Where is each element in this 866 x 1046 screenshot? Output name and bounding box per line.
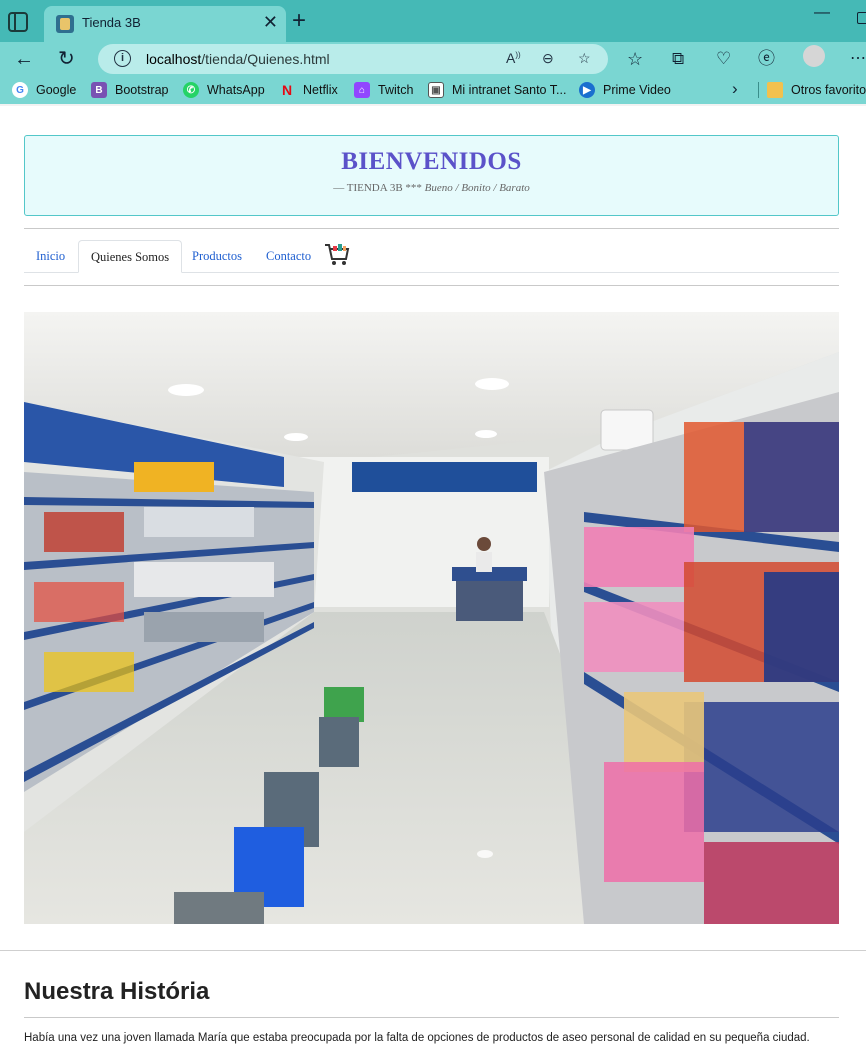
bookmark-whatsapp[interactable]: ✆ WhatsApp bbox=[183, 81, 265, 99]
add-favorite-icon[interactable]: ☆ bbox=[578, 50, 591, 67]
more-options-icon[interactable]: ⋯ bbox=[850, 46, 866, 72]
tab-favicon-icon bbox=[56, 15, 74, 33]
story-paragraph: Había una vez una joven llamada María qu… bbox=[24, 1032, 810, 1044]
welcome-banner: BIENVENIDOS — TIENDA 3B *** Bueno / Boni… bbox=[24, 135, 839, 216]
page-subtitle: — TIENDA 3B *** Bueno / Bonito / Barato bbox=[333, 182, 530, 194]
page-top-divider bbox=[0, 104, 866, 106]
bookmark-google[interactable]: G Google bbox=[12, 81, 76, 99]
maximize-icon[interactable] bbox=[857, 12, 866, 24]
tab-productos[interactable]: Productos bbox=[180, 240, 254, 273]
favorites-icon[interactable]: ☆ bbox=[627, 46, 643, 72]
netflix-icon: N bbox=[281, 82, 293, 98]
address-bar[interactable]: i localhost/tienda/Quienes.html A)) ⊖ ☆ bbox=[98, 44, 608, 74]
edge-icon[interactable]: ⓔ bbox=[758, 46, 775, 72]
bookmarks-bar: G Google B Bootstrap ✆ WhatsApp N Netfli… bbox=[0, 76, 866, 104]
reload-icon[interactable]: ↻ bbox=[58, 46, 75, 72]
twitch-icon: ⌂ bbox=[354, 82, 370, 98]
browser-toolbar: ← ↻ i localhost/tienda/Quienes.html A)) … bbox=[0, 42, 866, 76]
divider-bottom bbox=[24, 285, 839, 286]
collections-icon[interactable]: ⧉ bbox=[672, 46, 684, 72]
bookmark-twitch[interactable]: ⌂ Twitch bbox=[354, 81, 413, 99]
zoom-icon[interactable]: ⊖ bbox=[542, 50, 554, 67]
section-divider bbox=[0, 950, 866, 951]
bookmark-prime-video[interactable]: ▶ Prime Video bbox=[579, 81, 671, 99]
close-tab-icon[interactable]: ✕ bbox=[263, 12, 278, 32]
tab-contacto[interactable]: Contacto bbox=[254, 240, 323, 273]
read-aloud-icon[interactable]: A)) bbox=[506, 50, 521, 66]
health-icon[interactable]: ♡ bbox=[716, 46, 731, 72]
tab-quienes-somos[interactable]: Quienes Somos bbox=[78, 240, 183, 273]
bookmark-other-favorites[interactable]: Otros favoritos bbox=[767, 81, 866, 99]
bookmark-intranet[interactable]: ▣ Mi intranet Santo T... bbox=[428, 81, 566, 99]
bookmark-netflix[interactable]: N Netflix bbox=[279, 81, 338, 99]
store-interior-photo bbox=[24, 312, 839, 924]
minimize-icon[interactable]: — bbox=[814, 4, 830, 22]
tab-inicio[interactable]: Inicio bbox=[24, 240, 77, 273]
bootstrap-icon: B bbox=[91, 82, 107, 98]
site-nav-tabs: Inicio Quienes Somos Productos Contacto bbox=[24, 240, 839, 273]
address-text[interactable]: localhost/tienda/Quienes.html bbox=[146, 51, 330, 67]
whatsapp-icon: ✆ bbox=[183, 82, 199, 98]
story-divider bbox=[24, 1017, 839, 1018]
tab-title: Tienda 3B bbox=[82, 15, 141, 30]
bookmarks-divider bbox=[758, 82, 759, 98]
bookmark-bootstrap[interactable]: B Bootstrap bbox=[91, 81, 169, 99]
intranet-icon: ▣ bbox=[428, 82, 444, 98]
prime-video-icon: ▶ bbox=[579, 82, 595, 98]
divider-top bbox=[24, 228, 839, 229]
site-info-icon[interactable]: i bbox=[114, 50, 131, 67]
chevron-right-icon[interactable]: › bbox=[732, 79, 738, 99]
browser-titlebar: Tienda 3B ✕ + — bbox=[0, 0, 866, 42]
new-tab-icon[interactable]: + bbox=[292, 8, 306, 34]
story-heading: Nuestra História bbox=[24, 978, 210, 1005]
shopping-cart-icon[interactable] bbox=[323, 240, 351, 268]
folder-icon bbox=[767, 82, 783, 98]
page-title: BIENVENIDOS bbox=[341, 148, 522, 175]
tab-actions-icon[interactable] bbox=[8, 12, 28, 32]
browser-tab[interactable]: Tienda 3B ✕ bbox=[44, 6, 286, 42]
google-icon: G bbox=[12, 82, 28, 98]
back-icon[interactable]: ← bbox=[14, 46, 34, 72]
profile-avatar-icon[interactable] bbox=[803, 45, 825, 67]
